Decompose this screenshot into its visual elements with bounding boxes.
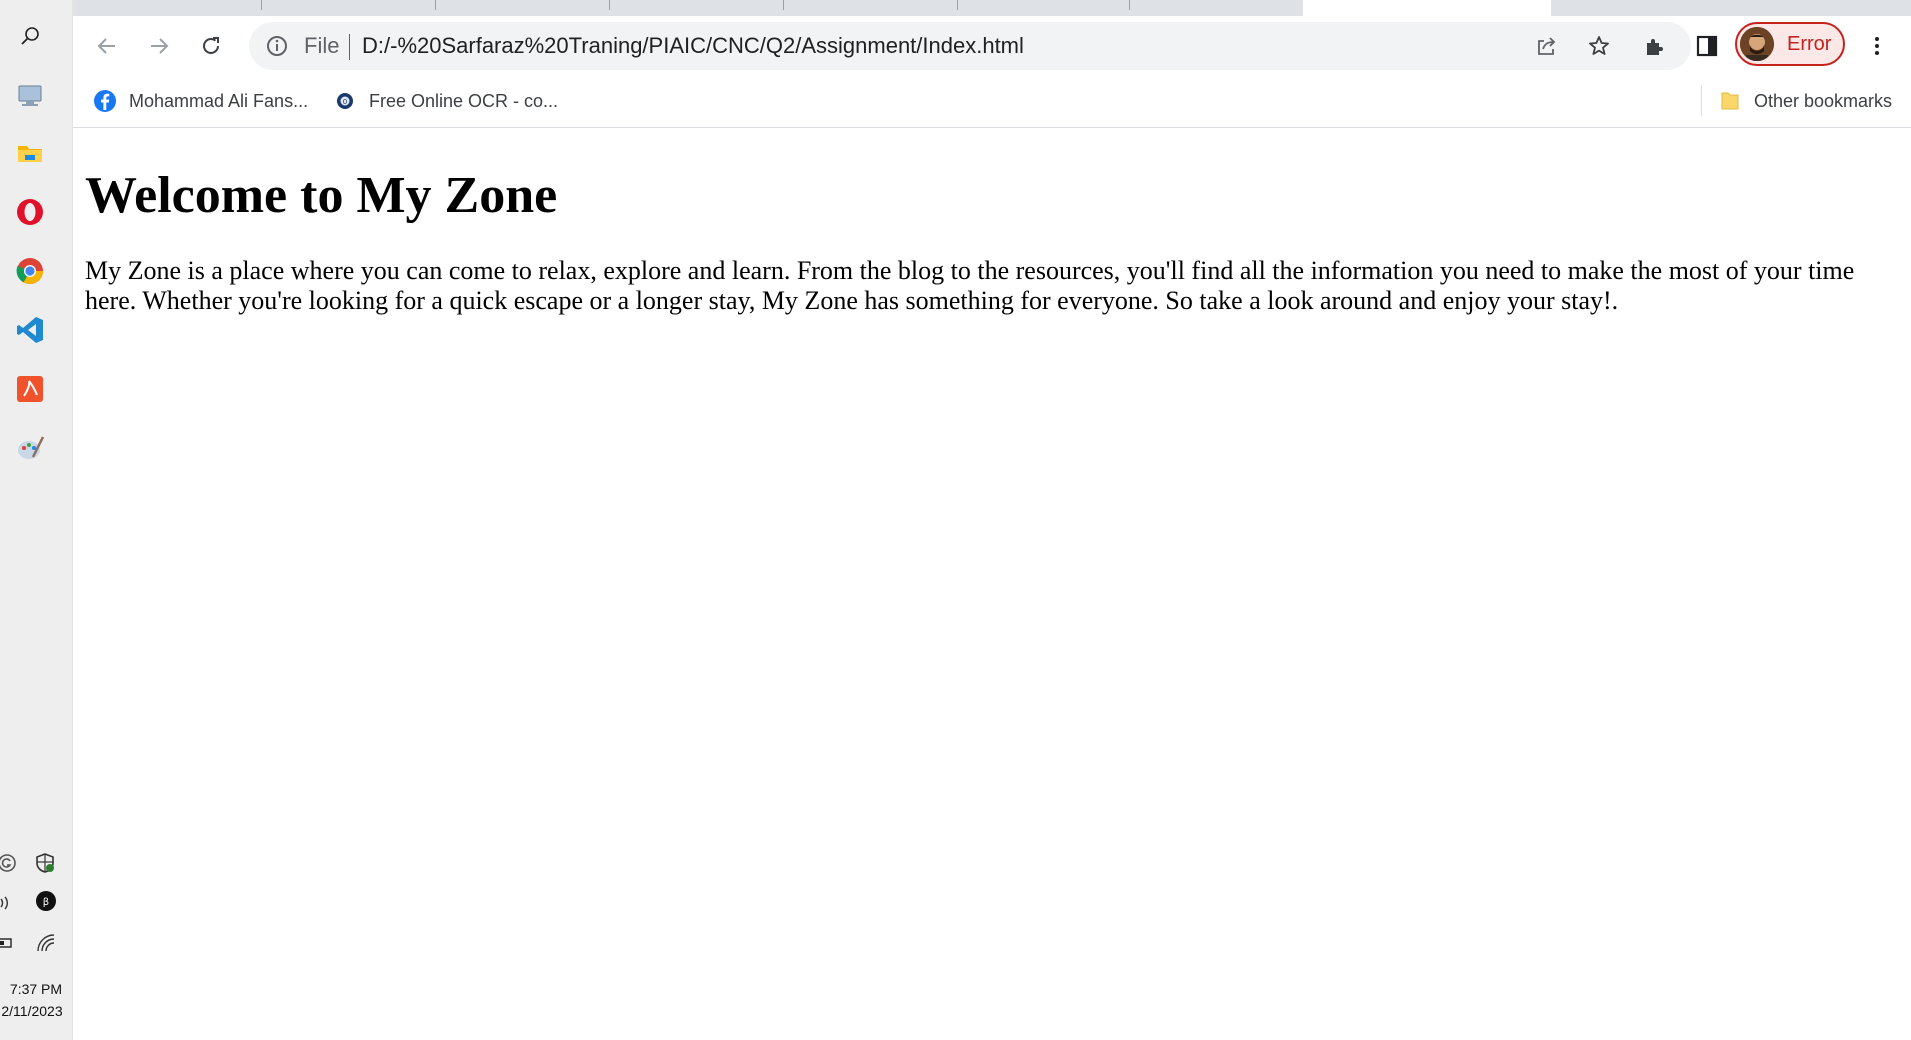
vscode-icon[interactable] bbox=[12, 312, 48, 348]
profile-status-label: Error bbox=[1787, 33, 1832, 55]
grammarly-icon[interactable] bbox=[0, 852, 18, 874]
back-button[interactable] bbox=[89, 28, 125, 64]
other-bookmarks-folder[interactable]: Other bookmarks bbox=[1718, 86, 1892, 116]
bookmark-star-icon[interactable] bbox=[1587, 34, 1611, 58]
bookmarks-divider bbox=[1701, 86, 1702, 116]
url-divider bbox=[349, 34, 350, 60]
wifi-icon[interactable] bbox=[35, 932, 57, 954]
reload-icon bbox=[203, 37, 219, 54]
browser-window: File D:/-%20Sarfaraz%20Traning/PIAIC/CNC… bbox=[73, 0, 1911, 1040]
active-tab[interactable] bbox=[1303, 0, 1551, 16]
facebook-icon bbox=[93, 89, 117, 113]
remote-desktop-icon[interactable] bbox=[12, 77, 48, 113]
tab-strip bbox=[73, 0, 1911, 16]
forward-arrow-icon bbox=[151, 38, 169, 54]
tab-separator bbox=[783, 0, 784, 10]
avatar bbox=[1740, 27, 1774, 61]
bookmark-label: Free Online OCR - co... bbox=[369, 90, 559, 111]
volume-icon[interactable] bbox=[0, 892, 16, 914]
acrobat-icon[interactable] bbox=[12, 371, 48, 407]
side-panel-icon[interactable] bbox=[1695, 34, 1719, 58]
url-scheme-label: File bbox=[304, 33, 340, 58]
taskbar: β 7:37 PM 2/11/2023 bbox=[0, 0, 73, 1040]
browser-toolbar: File D:/-%20Sarfaraz%20Traning/PIAIC/CNC… bbox=[73, 16, 1911, 76]
file-explorer-icon[interactable] bbox=[12, 135, 48, 171]
page-title: Welcome to My Zone bbox=[85, 167, 558, 224]
url-text[interactable]: D:/-%20Sarfaraz%20Traning/PIAIC/CNC/Q2/A… bbox=[362, 33, 1024, 59]
ocr-icon: 0 bbox=[333, 89, 357, 113]
defender-icon[interactable] bbox=[34, 852, 56, 874]
page-paragraph: My Zone is a place where you can come to… bbox=[85, 256, 1855, 315]
address-bar[interactable]: File D:/-%20Sarfaraz%20Traning/PIAIC/CNC… bbox=[249, 22, 1691, 70]
tab-separator bbox=[435, 0, 436, 10]
back-arrow-icon bbox=[97, 38, 115, 54]
other-bookmarks-label: Other bookmarks bbox=[1754, 90, 1893, 111]
bookmarks-bar: Mohammad Ali Fans... 0 Free Online OCR -… bbox=[73, 76, 1911, 128]
clock-time: 7:37 PM bbox=[9, 981, 63, 997]
profile-error-button[interactable]: Error bbox=[1735, 22, 1845, 66]
bookmark-item[interactable]: Mohammad Ali Fans... bbox=[93, 86, 308, 116]
folder-icon bbox=[1718, 89, 1742, 113]
forward-button[interactable] bbox=[141, 28, 177, 64]
bookmark-item[interactable]: 0 Free Online OCR - co... bbox=[333, 86, 558, 116]
reload-button[interactable] bbox=[193, 28, 229, 64]
search-icon[interactable] bbox=[12, 18, 48, 54]
site-info-icon[interactable] bbox=[265, 34, 289, 58]
battery-icon[interactable] bbox=[0, 932, 16, 954]
more-menu-icon[interactable] bbox=[1865, 34, 1889, 58]
svg-text:0: 0 bbox=[343, 98, 347, 106]
paint-icon[interactable] bbox=[12, 430, 48, 466]
tab-separator bbox=[261, 0, 262, 10]
page-content: Welcome to My Zone My Zone is a place wh… bbox=[85, 128, 1899, 316]
extensions-icon[interactable] bbox=[1643, 34, 1667, 58]
opera-icon[interactable] bbox=[12, 194, 48, 230]
svg-text:β: β bbox=[43, 897, 49, 908]
share-icon[interactable] bbox=[1535, 34, 1559, 58]
clock-date: 2/11/2023 bbox=[1, 1003, 63, 1019]
tab-separator bbox=[957, 0, 958, 10]
app-tray-icon[interactable]: β bbox=[35, 890, 57, 912]
bookmark-label: Mohammad Ali Fans... bbox=[129, 90, 309, 111]
tab-separator bbox=[609, 0, 610, 10]
taskbar-clock[interactable]: 7:37 PM 2/11/2023 bbox=[0, 978, 72, 1022]
chrome-icon[interactable] bbox=[12, 253, 48, 289]
tab-separator bbox=[1129, 0, 1130, 10]
